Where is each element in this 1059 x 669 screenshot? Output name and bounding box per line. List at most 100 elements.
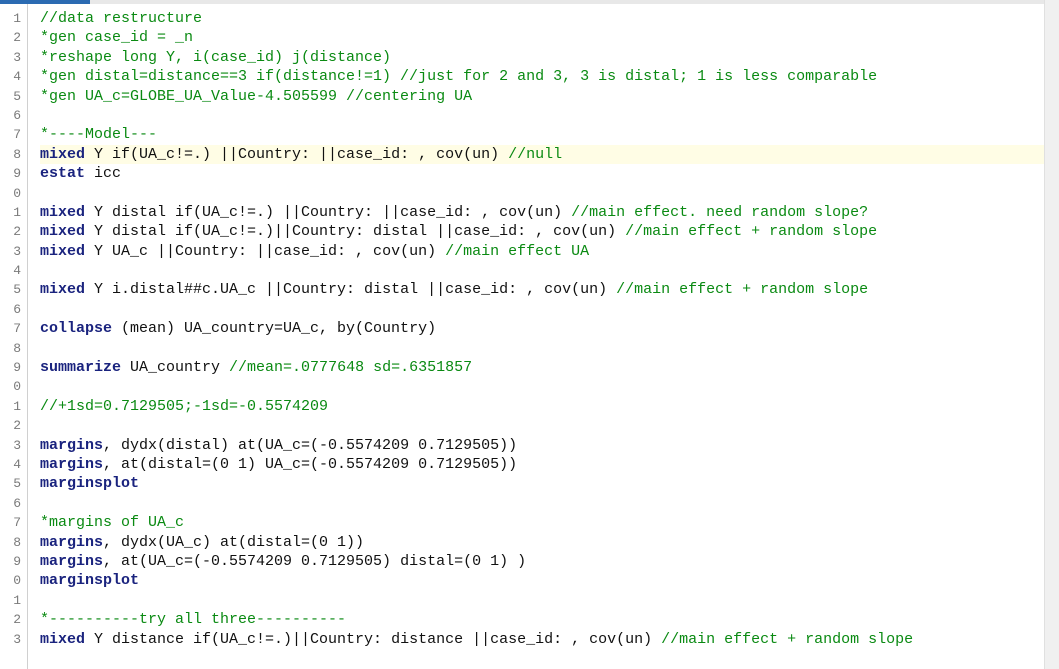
code-line[interactable]: margins, dydx(UA_c) at(distal=(0 1)) [40, 533, 1059, 552]
code-line[interactable]: summarize UA_country //mean=.0777648 sd=… [40, 358, 1059, 377]
line-number: 8 [0, 339, 27, 358]
code-line[interactable]: marginsplot [40, 474, 1059, 493]
line-number: 3 [0, 630, 27, 649]
code-line[interactable]: margins, at(UA_c=(-0.5574209 0.7129505) … [40, 552, 1059, 571]
line-number-gutter: 123456789012345678901234567890123 [0, 0, 28, 669]
command-keyword: margins [40, 553, 103, 570]
code-line[interactable]: *gen case_id = _n [40, 28, 1059, 47]
comment-text: //mean=.0777648 sd=.6351857 [229, 359, 472, 376]
code-line[interactable]: mixed Y i.distal##c.UA_c ||Country: dist… [40, 280, 1059, 299]
line-number: 3 [0, 242, 27, 261]
code-line[interactable]: estat icc [40, 164, 1059, 183]
code-line[interactable]: mixed Y if(UA_c!=.) ||Country: ||case_id… [40, 145, 1059, 164]
line-number: 9 [0, 552, 27, 571]
line-number: 5 [0, 280, 27, 299]
code-line[interactable]: mixed Y distal if(UA_c!=.)||Country: dis… [40, 222, 1059, 241]
line-number: 9 [0, 164, 27, 183]
comment-text: //null [508, 146, 562, 163]
command-keyword: margins [40, 456, 103, 473]
comment-text: *gen case_id = _n [40, 29, 193, 46]
code-line[interactable]: *reshape long Y, i(case_id) j(distance) [40, 48, 1059, 67]
comment-text: *gen UA_c=GLOBE_UA_Value-4.505599 //cent… [40, 88, 472, 105]
code-text: Y if(UA_c!=.) ||Country: ||case_id: , co… [94, 146, 508, 163]
code-text: UA_country [130, 359, 229, 376]
code-line[interactable]: margins, dydx(distal) at(UA_c=(-0.557420… [40, 436, 1059, 455]
line-number: 4 [0, 67, 27, 86]
comment-text: //main effect. need random slope? [571, 204, 868, 221]
line-number: 1 [0, 9, 27, 28]
command-keyword: collapse [40, 320, 121, 337]
line-number: 6 [0, 106, 27, 125]
code-line[interactable]: *gen distal=distance==3 if(distance!=1) … [40, 67, 1059, 86]
line-number: 1 [0, 397, 27, 416]
line-number: 3 [0, 436, 27, 455]
line-number: 2 [0, 416, 27, 435]
command-keyword: summarize [40, 359, 130, 376]
command-keyword: mixed [40, 204, 94, 221]
line-number: 8 [0, 533, 27, 552]
line-number: 2 [0, 28, 27, 47]
comment-text: //data restructure [40, 10, 202, 27]
code-line[interactable] [40, 184, 1059, 203]
code-text: Y distal if(UA_c!=.)||Country: distal ||… [94, 223, 625, 240]
line-number: 6 [0, 300, 27, 319]
code-line[interactable]: mixed Y UA_c ||Country: ||case_id: , cov… [40, 242, 1059, 261]
line-number: 0 [0, 377, 27, 396]
line-number: 4 [0, 455, 27, 474]
line-number: 6 [0, 494, 27, 513]
vertical-scrollbar[interactable] [1044, 0, 1059, 669]
line-number: 7 [0, 319, 27, 338]
code-text: (mean) UA_country=UA_c, by(Country) [121, 320, 436, 337]
command-keyword: mixed [40, 243, 94, 260]
code-line[interactable]: marginsplot [40, 571, 1059, 590]
code-text: , at(UA_c=(-0.5574209 0.7129505) distal=… [103, 553, 526, 570]
line-number: 0 [0, 184, 27, 203]
code-line[interactable] [40, 300, 1059, 319]
code-line[interactable]: *margins of UA_c [40, 513, 1059, 532]
code-text: icc [94, 165, 121, 182]
code-line[interactable]: mixed Y distance if(UA_c!=.)||Country: d… [40, 630, 1059, 649]
code-line[interactable] [40, 377, 1059, 396]
line-number: 7 [0, 513, 27, 532]
code-text: , at(distal=(0 1) UA_c=(-0.5574209 0.712… [103, 456, 517, 473]
code-line[interactable]: mixed Y distal if(UA_c!=.) ||Country: ||… [40, 203, 1059, 222]
code-line[interactable]: *gen UA_c=GLOBE_UA_Value-4.505599 //cent… [40, 87, 1059, 106]
line-number: 2 [0, 610, 27, 629]
comment-text: *reshape long Y, i(case_id) j(distance) [40, 49, 391, 66]
code-line[interactable] [40, 261, 1059, 280]
line-number: 4 [0, 261, 27, 280]
code-line[interactable] [40, 416, 1059, 435]
comment-text: *margins of UA_c [40, 514, 184, 531]
code-line[interactable] [40, 494, 1059, 513]
line-number: 1 [0, 591, 27, 610]
code-text: Y i.distal##c.UA_c ||Country: distal ||c… [94, 281, 616, 298]
line-number: 2 [0, 222, 27, 241]
line-number: 9 [0, 358, 27, 377]
code-text: Y UA_c ||Country: ||case_id: , cov(un) [94, 243, 445, 260]
comment-text: //main effect + random slope [625, 223, 877, 240]
line-number: 8 [0, 145, 27, 164]
comment-text: *----Model--- [40, 126, 157, 143]
code-area[interactable]: //data restructure *gen case_id = _n *resh… [28, 0, 1059, 669]
code-line[interactable]: margins, at(distal=(0 1) UA_c=(-0.557420… [40, 455, 1059, 474]
code-line[interactable]: //+1sd=0.7129505;-1sd=-0.5574209 [40, 397, 1059, 416]
line-number: 7 [0, 125, 27, 144]
code-line[interactable]: //data restructure [40, 9, 1059, 28]
comment-text: *----------try all three---------- [40, 611, 346, 628]
code-line[interactable]: *----Model--- [40, 125, 1059, 144]
code-text: Y distance if(UA_c!=.)||Country: distanc… [94, 631, 661, 648]
code-line[interactable] [40, 591, 1059, 610]
code-line[interactable] [40, 339, 1059, 358]
line-number: 1 [0, 203, 27, 222]
code-line[interactable]: *----------try all three---------- [40, 610, 1059, 629]
command-keyword: marginsplot [40, 572, 139, 589]
command-keyword: mixed [40, 631, 94, 648]
comment-text: //+1sd=0.7129505;-1sd=-0.5574209 [40, 398, 328, 415]
code-text: , dydx(distal) at(UA_c=(-0.5574209 0.712… [103, 437, 517, 454]
line-number: 0 [0, 571, 27, 590]
code-text: Y distal if(UA_c!=.) ||Country: ||case_i… [94, 204, 571, 221]
code-line[interactable]: collapse (mean) UA_country=UA_c, by(Coun… [40, 319, 1059, 338]
command-keyword: marginsplot [40, 475, 139, 492]
code-line[interactable] [40, 106, 1059, 125]
comment-text: //main effect + random slope [616, 281, 868, 298]
